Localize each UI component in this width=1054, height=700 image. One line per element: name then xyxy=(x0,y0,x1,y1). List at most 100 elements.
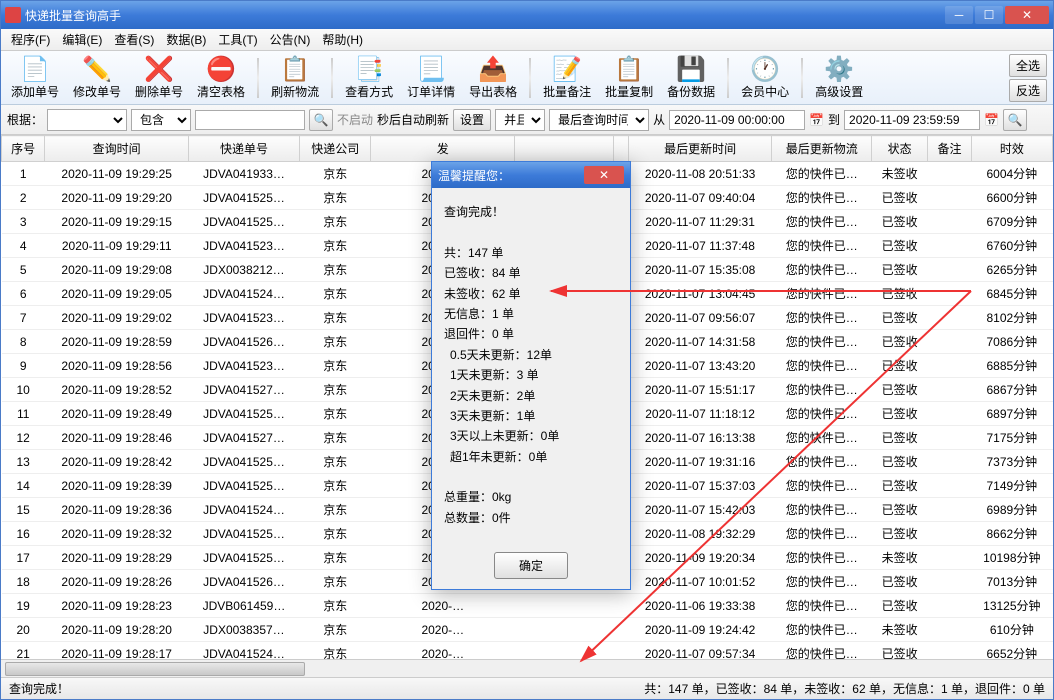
cell xyxy=(928,162,971,186)
tool-订单详情[interactable]: 📃订单详情 xyxy=(403,53,459,102)
tool-会员中心[interactable]: 🕐会员中心 xyxy=(737,53,793,102)
status-right: 共：147 单，已签收：84 单，未签收：62 单，无信息：1 单，退回件：0 … xyxy=(644,680,1045,697)
settings-button[interactable]: 设置 xyxy=(453,109,491,131)
col-header[interactable]: 查询时间 xyxy=(45,136,189,162)
tool-高级设置[interactable]: ⚙️高级设置 xyxy=(811,53,867,102)
menu-编辑(E)[interactable]: 编辑(E) xyxy=(56,29,108,50)
col-header[interactable] xyxy=(515,136,613,162)
dialog-d3p: 3天以上未更新：0单 xyxy=(444,426,618,446)
cell: 2020-11-09 19:28:56 xyxy=(45,354,189,378)
cell: 6265分钟 xyxy=(971,258,1052,282)
cell: 2020-11-07 09:56:07 xyxy=(628,306,772,330)
col-header[interactable]: 快递公司 xyxy=(299,136,371,162)
cell: 2020-11-09 19:29:02 xyxy=(45,306,189,330)
cell: 7086分钟 xyxy=(971,330,1052,354)
cell: 2020-11-07 14:31:58 xyxy=(628,330,772,354)
cell: 10 xyxy=(2,378,45,402)
tool-label: 会员中心 xyxy=(741,83,789,100)
tool-icon: 💾 xyxy=(677,55,705,83)
cell: JDVA041523… xyxy=(188,234,299,258)
cell xyxy=(928,546,971,570)
col-header[interactable] xyxy=(613,136,628,162)
calendar-icon[interactable]: 📅 xyxy=(809,113,824,127)
tool-导出表格[interactable]: 📤导出表格 xyxy=(465,53,521,102)
cell: 1 xyxy=(2,162,45,186)
cell: JDVA041525… xyxy=(188,402,299,426)
cell xyxy=(928,282,971,306)
cell: 8662分钟 xyxy=(971,522,1052,546)
menu-数据(B)[interactable]: 数据(B) xyxy=(160,29,212,50)
tool-批量备注[interactable]: 📝批量备注 xyxy=(539,53,595,102)
cell xyxy=(928,234,971,258)
basis-select[interactable] xyxy=(47,109,127,131)
cell xyxy=(928,522,971,546)
cell: 已签收 xyxy=(872,186,928,210)
dialog-close-button[interactable]: ✕ xyxy=(584,166,624,184)
col-header[interactable]: 状态 xyxy=(872,136,928,162)
nostart-label: 不启动 xyxy=(337,111,373,128)
cell: 9 xyxy=(2,354,45,378)
menu-查看(S)[interactable]: 查看(S) xyxy=(108,29,160,50)
minimize-button[interactable]: ─ xyxy=(945,6,973,24)
cell: JDVA041525… xyxy=(188,474,299,498)
tool-添加单号[interactable]: 📄添加单号 xyxy=(7,53,63,102)
h-scrollbar[interactable] xyxy=(1,659,1053,677)
contain-select[interactable]: 包含 xyxy=(131,109,191,131)
cell: 您的快件已… xyxy=(772,234,872,258)
tool-备份数据[interactable]: 💾备份数据 xyxy=(663,53,719,102)
dialog-noinfo: 无信息：1 单 xyxy=(444,304,618,324)
select-all-button[interactable]: 全选 xyxy=(1009,54,1047,77)
dialog-unsigned: 未签收：62 单 xyxy=(444,284,618,304)
col-header[interactable]: 序号 xyxy=(2,136,45,162)
tool-删除单号[interactable]: ❌删除单号 xyxy=(131,53,187,102)
result-dialog: 温馨提醒您： ✕ 查询完成！ 共：147 单 已签收：84 单 未签收：62 单… xyxy=(431,161,631,590)
tool-label: 删除单号 xyxy=(135,83,183,100)
tool-修改单号[interactable]: ✏️修改单号 xyxy=(69,53,125,102)
cell: 14 xyxy=(2,474,45,498)
maximize-button[interactable]: ☐ xyxy=(975,6,1003,24)
cell: 2020-11-09 19:28:46 xyxy=(45,426,189,450)
cell: 已签收 xyxy=(872,378,928,402)
cell: 6 xyxy=(2,282,45,306)
close-button[interactable]: ✕ xyxy=(1005,6,1049,24)
tool-刷新物流[interactable]: 📋刷新物流 xyxy=(267,53,323,102)
col-header[interactable]: 发 xyxy=(371,136,515,162)
cell xyxy=(613,594,628,618)
tool-批量复制[interactable]: 📋批量复制 xyxy=(601,53,657,102)
basis-label: 根据： xyxy=(7,111,43,128)
search-icon[interactable]: 🔍 xyxy=(309,109,333,131)
col-header[interactable]: 最后更新时间 xyxy=(628,136,772,162)
search2-icon[interactable]: 🔍 xyxy=(1003,109,1027,131)
cell: 京东 xyxy=(299,354,371,378)
col-header[interactable]: 备注 xyxy=(928,136,971,162)
col-header[interactable]: 最后更新物流 xyxy=(772,136,872,162)
col-header[interactable]: 时效 xyxy=(971,136,1052,162)
table-row[interactable]: 212020-11-09 19:28:17JDVA041524…京东2020-…… xyxy=(2,642,1053,660)
col-header[interactable]: 快递单号 xyxy=(188,136,299,162)
and-select[interactable]: 并且 xyxy=(495,109,545,131)
menu-程序(F)[interactable]: 程序(F) xyxy=(5,29,56,50)
menu-公告(N)[interactable]: 公告(N) xyxy=(264,29,317,50)
cell xyxy=(515,642,613,660)
menu-帮助(H)[interactable]: 帮助(H) xyxy=(316,29,369,50)
filter-input[interactable] xyxy=(195,110,305,130)
dialog-ok-button[interactable]: 确定 xyxy=(494,552,568,579)
separator xyxy=(331,58,333,98)
cell: 2020-11-09 19:20:34 xyxy=(628,546,772,570)
table-row[interactable]: 192020-11-09 19:28:23JDVB061459…京东2020-…… xyxy=(2,594,1053,618)
table-row[interactable]: 202020-11-09 19:28:20JDX0038357…京东2020-…… xyxy=(2,618,1053,642)
tool-清空表格[interactable]: ⛔清空表格 xyxy=(193,53,249,102)
cell: 2020-11-07 11:29:31 xyxy=(628,210,772,234)
cell: 您的快件已… xyxy=(772,594,872,618)
menu-工具(T)[interactable]: 工具(T) xyxy=(212,29,263,50)
invert-sel-button[interactable]: 反选 xyxy=(1009,79,1047,102)
tool-查看方式[interactable]: 📑查看方式 xyxy=(341,53,397,102)
lastq-select[interactable]: 最后查询时间 xyxy=(549,109,649,131)
date-from-input[interactable] xyxy=(669,110,805,130)
date-to-input[interactable] xyxy=(844,110,980,130)
dialog-done: 查询完成！ xyxy=(444,202,618,222)
cell: 您的快件已… xyxy=(772,258,872,282)
cell: 2020-… xyxy=(371,618,515,642)
menubar: 程序(F)编辑(E)查看(S)数据(B)工具(T)公告(N)帮助(H) xyxy=(1,29,1053,51)
calendar-icon[interactable]: 📅 xyxy=(984,113,999,127)
